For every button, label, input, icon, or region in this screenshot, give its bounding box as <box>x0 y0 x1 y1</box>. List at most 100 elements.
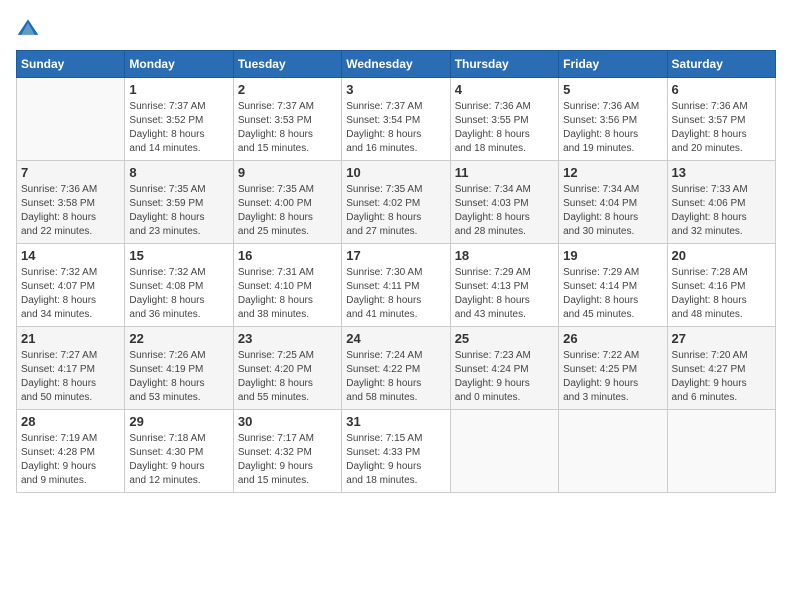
day-info: Sunrise: 7:28 AM Sunset: 4:16 PM Dayligh… <box>672 266 771 322</box>
calendar-cell: 20 Sunrise: 7:28 AM Sunset: 4:16 PM Dayli… <box>667 244 775 327</box>
day-info: Sunrise: 7:37 AM Sunset: 3:53 PM Dayligh… <box>238 100 337 156</box>
calendar-cell <box>667 410 775 493</box>
calendar-cell: 28 Sunrise: 7:19 AM Sunset: 4:28 PM Dayli… <box>17 410 125 493</box>
day-info: Sunrise: 7:24 AM Sunset: 4:22 PM Dayligh… <box>346 349 445 405</box>
day-number: 29 <box>129 414 228 429</box>
day-number: 3 <box>346 82 445 97</box>
calendar-cell: 23 Sunrise: 7:25 AM Sunset: 4:20 PM Dayli… <box>233 327 341 410</box>
header-day-thursday: Thursday <box>450 51 558 78</box>
day-info: Sunrise: 7:20 AM Sunset: 4:27 PM Dayligh… <box>672 349 771 405</box>
calendar-header-row: SundayMondayTuesdayWednesdayThursdayFrid… <box>17 51 776 78</box>
day-number: 5 <box>563 82 662 97</box>
calendar-cell: 10Sunrise: 7:35 AM Sunset: 4:02 PM Dayli… <box>342 161 450 244</box>
calendar-cell: 26 Sunrise: 7:22 AM Sunset: 4:25 PM Dayli… <box>559 327 667 410</box>
day-info: Sunrise: 7:37 AM Sunset: 3:54 PM Dayligh… <box>346 100 445 156</box>
day-number: 28 <box>21 414 120 429</box>
calendar-cell: 22 Sunrise: 7:26 AM Sunset: 4:19 PM Dayli… <box>125 327 233 410</box>
day-number: 24 <box>346 331 445 346</box>
day-number: 19 <box>563 248 662 263</box>
day-number: 16 <box>238 248 337 263</box>
day-info: Sunrise: 7:34 AM Sunset: 4:03 PM Dayligh… <box>455 183 554 239</box>
day-number: 13 <box>672 165 771 180</box>
day-info: Sunrise: 7:36 AM Sunset: 3:58 PM Dayligh… <box>21 183 120 239</box>
day-number: 17 <box>346 248 445 263</box>
header-day-friday: Friday <box>559 51 667 78</box>
day-info: Sunrise: 7:35 AM Sunset: 4:02 PM Dayligh… <box>346 183 445 239</box>
calendar-cell: 24 Sunrise: 7:24 AM Sunset: 4:22 PM Dayli… <box>342 327 450 410</box>
day-number: 26 <box>563 331 662 346</box>
logo <box>16 16 44 40</box>
day-number: 18 <box>455 248 554 263</box>
day-number: 2 <box>238 82 337 97</box>
calendar-week-4: 21Sunrise: 7:27 AM Sunset: 4:17 PM Dayli… <box>17 327 776 410</box>
calendar-cell: 31 Sunrise: 7:15 AM Sunset: 4:33 PM Dayli… <box>342 410 450 493</box>
day-info: Sunrise: 7:29 AM Sunset: 4:13 PM Dayligh… <box>455 266 554 322</box>
day-info: Sunrise: 7:35 AM Sunset: 3:59 PM Dayligh… <box>129 183 228 239</box>
day-number: 30 <box>238 414 337 429</box>
day-number: 31 <box>346 414 445 429</box>
calendar-cell: 13 Sunrise: 7:33 AM Sunset: 4:06 PM Dayli… <box>667 161 775 244</box>
header-day-monday: Monday <box>125 51 233 78</box>
header-day-sunday: Sunday <box>17 51 125 78</box>
day-number: 25 <box>455 331 554 346</box>
day-number: 8 <box>129 165 228 180</box>
day-info: Sunrise: 7:29 AM Sunset: 4:14 PM Dayligh… <box>563 266 662 322</box>
day-info: Sunrise: 7:22 AM Sunset: 4:25 PM Dayligh… <box>563 349 662 405</box>
day-info: Sunrise: 7:17 AM Sunset: 4:32 PM Dayligh… <box>238 432 337 488</box>
calendar-cell: 12 Sunrise: 7:34 AM Sunset: 4:04 PM Dayli… <box>559 161 667 244</box>
day-info: Sunrise: 7:15 AM Sunset: 4:33 PM Dayligh… <box>346 432 445 488</box>
page-header <box>16 16 776 40</box>
day-info: Sunrise: 7:26 AM Sunset: 4:19 PM Dayligh… <box>129 349 228 405</box>
calendar-week-5: 28 Sunrise: 7:19 AM Sunset: 4:28 PM Dayli… <box>17 410 776 493</box>
calendar-week-1: 1 Sunrise: 7:37 AM Sunset: 3:52 PM Daylig… <box>17 78 776 161</box>
calendar-cell: 16 Sunrise: 7:31 AM Sunset: 4:10 PM Dayli… <box>233 244 341 327</box>
header-day-saturday: Saturday <box>667 51 775 78</box>
calendar-cell: 4Sunrise: 7:36 AM Sunset: 3:55 PM Daylig… <box>450 78 558 161</box>
day-number: 23 <box>238 331 337 346</box>
day-number: 9 <box>238 165 337 180</box>
day-info: Sunrise: 7:37 AM Sunset: 3:52 PM Dayligh… <box>129 100 228 156</box>
calendar-cell: 1 Sunrise: 7:37 AM Sunset: 3:52 PM Daylig… <box>125 78 233 161</box>
day-number: 20 <box>672 248 771 263</box>
day-number: 15 <box>129 248 228 263</box>
day-number: 22 <box>129 331 228 346</box>
calendar-cell <box>559 410 667 493</box>
calendar-table: SundayMondayTuesdayWednesdayThursdayFrid… <box>16 50 776 493</box>
day-number: 7 <box>21 165 120 180</box>
calendar-cell: 29 Sunrise: 7:18 AM Sunset: 4:30 PM Dayli… <box>125 410 233 493</box>
calendar-week-2: 7 Sunrise: 7:36 AM Sunset: 3:58 PM Daylig… <box>17 161 776 244</box>
calendar-cell: 6 Sunrise: 7:36 AM Sunset: 3:57 PM Daylig… <box>667 78 775 161</box>
day-info: Sunrise: 7:18 AM Sunset: 4:30 PM Dayligh… <box>129 432 228 488</box>
calendar-cell: 21Sunrise: 7:27 AM Sunset: 4:17 PM Dayli… <box>17 327 125 410</box>
calendar-cell: 5 Sunrise: 7:36 AM Sunset: 3:56 PM Daylig… <box>559 78 667 161</box>
calendar-cell: 2 Sunrise: 7:37 AM Sunset: 3:53 PM Daylig… <box>233 78 341 161</box>
day-info: Sunrise: 7:36 AM Sunset: 3:56 PM Dayligh… <box>563 100 662 156</box>
day-info: Sunrise: 7:34 AM Sunset: 4:04 PM Dayligh… <box>563 183 662 239</box>
day-number: 6 <box>672 82 771 97</box>
day-number: 14 <box>21 248 120 263</box>
calendar-cell <box>17 78 125 161</box>
header-day-tuesday: Tuesday <box>233 51 341 78</box>
calendar-cell: 15Sunrise: 7:32 AM Sunset: 4:08 PM Dayli… <box>125 244 233 327</box>
day-info: Sunrise: 7:35 AM Sunset: 4:00 PM Dayligh… <box>238 183 337 239</box>
day-number: 12 <box>563 165 662 180</box>
day-info: Sunrise: 7:19 AM Sunset: 4:28 PM Dayligh… <box>21 432 120 488</box>
day-info: Sunrise: 7:31 AM Sunset: 4:10 PM Dayligh… <box>238 266 337 322</box>
day-number: 11 <box>455 165 554 180</box>
calendar-cell: 9 Sunrise: 7:35 AM Sunset: 4:00 PM Daylig… <box>233 161 341 244</box>
day-info: Sunrise: 7:27 AM Sunset: 4:17 PM Dayligh… <box>21 349 120 405</box>
calendar-cell: 18 Sunrise: 7:29 AM Sunset: 4:13 PM Dayli… <box>450 244 558 327</box>
calendar-week-3: 14 Sunrise: 7:32 AM Sunset: 4:07 PM Dayli… <box>17 244 776 327</box>
day-number: 27 <box>672 331 771 346</box>
calendar-cell: 30 Sunrise: 7:17 AM Sunset: 4:32 PM Dayli… <box>233 410 341 493</box>
calendar-cell: 27 Sunrise: 7:20 AM Sunset: 4:27 PM Dayli… <box>667 327 775 410</box>
day-info: Sunrise: 7:36 AM Sunset: 3:57 PM Dayligh… <box>672 100 771 156</box>
calendar-cell: 8 Sunrise: 7:35 AM Sunset: 3:59 PM Daylig… <box>125 161 233 244</box>
day-number: 1 <box>129 82 228 97</box>
day-info: Sunrise: 7:33 AM Sunset: 4:06 PM Dayligh… <box>672 183 771 239</box>
logo-icon <box>16 16 40 40</box>
calendar-cell: 19 Sunrise: 7:29 AM Sunset: 4:14 PM Dayli… <box>559 244 667 327</box>
day-info: Sunrise: 7:32 AM Sunset: 4:07 PM Dayligh… <box>21 266 120 322</box>
day-info: Sunrise: 7:25 AM Sunset: 4:20 PM Dayligh… <box>238 349 337 405</box>
header-day-wednesday: Wednesday <box>342 51 450 78</box>
